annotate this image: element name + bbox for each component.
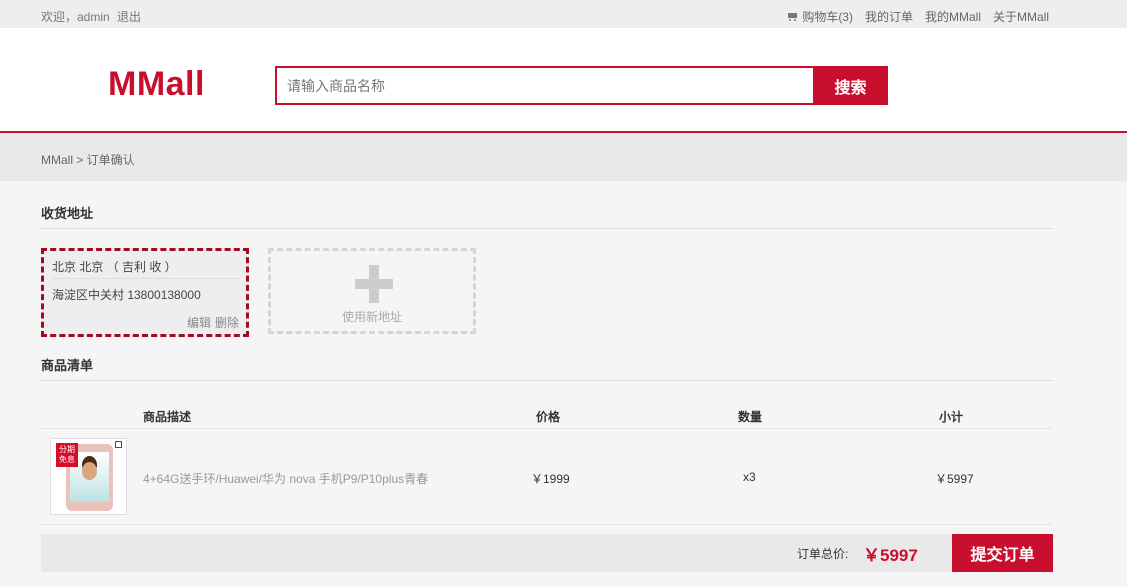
welcome-text: 欢迎，admin <box>41 10 110 24</box>
table-divider <box>41 524 1053 525</box>
search-bar: 搜索 <box>275 66 888 105</box>
about-link[interactable]: 关于MMall <box>993 8 1049 25</box>
total-label: 订单总价: <box>797 547 849 561</box>
total-value: ￥5997 <box>863 546 918 565</box>
cart-icon <box>787 12 799 22</box>
product-price: ￥1999 <box>531 472 570 486</box>
promotion-badge: 分期免息 <box>56 443 78 467</box>
product-quantity: x3 <box>743 470 756 484</box>
logout-link[interactable]: 退出 <box>117 10 141 24</box>
breadcrumb: MMall > 订单确认 <box>0 133 1127 181</box>
price-column-header: 价格 <box>536 410 561 424</box>
product-image[interactable]: 分期免息 <box>50 438 127 515</box>
quantity-column-header: 数量 <box>738 410 763 424</box>
section-divider <box>41 380 1053 381</box>
search-input[interactable] <box>275 66 813 105</box>
subtotal-column-header: 小计 <box>939 410 964 424</box>
my-orders-link[interactable]: 我的订单 <box>865 8 913 25</box>
product-table-header: 商品描述 价格 数量 小计 <box>41 403 1053 429</box>
address-detail: 海淀区中关村 13800138000 <box>52 288 201 302</box>
model-image <box>82 462 97 480</box>
table-divider <box>41 428 1053 429</box>
order-confirm-content: 收货地址 北京 北京 （ 吉利 收 ） 海淀区中关村 13800138000 编… <box>0 181 1127 585</box>
address-actions: 编辑 删除 <box>187 314 239 331</box>
product-description[interactable]: 4+64G送手环/Huawei/华为 nova 手机P9/P10plus青春 <box>143 470 428 487</box>
address-divider <box>52 278 240 279</box>
top-bar: 欢迎，admin 退出 购物车(3) 我的订单 我的MMall 关于MMall <box>0 0 1127 28</box>
site-logo[interactable]: MMall <box>108 65 205 104</box>
address-recipient: 北京 北京 （ 吉利 收 ） <box>52 260 177 274</box>
address-section-title: 收货地址 <box>41 206 94 221</box>
delete-address-link[interactable]: 删除 <box>215 314 239 331</box>
order-total-bar: 订单总价: ￥5997 提交订单 <box>41 534 1053 572</box>
section-divider <box>41 228 1053 229</box>
cart-link[interactable]: 购物车(3) <box>787 8 853 25</box>
product-subtotal: ￥5997 <box>935 472 974 486</box>
edit-address-link[interactable]: 编辑 <box>187 314 211 331</box>
description-column-header: 商品描述 <box>143 410 192 424</box>
my-mmall-link[interactable]: 我的MMall <box>925 8 981 25</box>
cart-label: 购物车(3) <box>802 10 853 24</box>
top-navigation: 购物车(3) 我的订单 我的MMall 关于MMall <box>787 8 1049 25</box>
new-address-button[interactable]: 使用新地址 <box>268 248 476 334</box>
user-welcome: 欢迎，admin 退出 <box>41 8 145 25</box>
new-address-label: 使用新地址 <box>341 310 402 324</box>
submit-order-button[interactable]: 提交订单 <box>952 534 1053 572</box>
product-section-title: 商品清单 <box>41 358 94 373</box>
header: MMall 搜索 <box>0 28 1127 133</box>
selected-address-card[interactable]: 北京 北京 （ 吉利 收 ） 海淀区中关村 13800138000 编辑 删除 <box>41 248 249 337</box>
corner-badge-icon <box>115 441 122 448</box>
search-button[interactable]: 搜索 <box>813 66 888 105</box>
plus-icon <box>355 265 393 303</box>
